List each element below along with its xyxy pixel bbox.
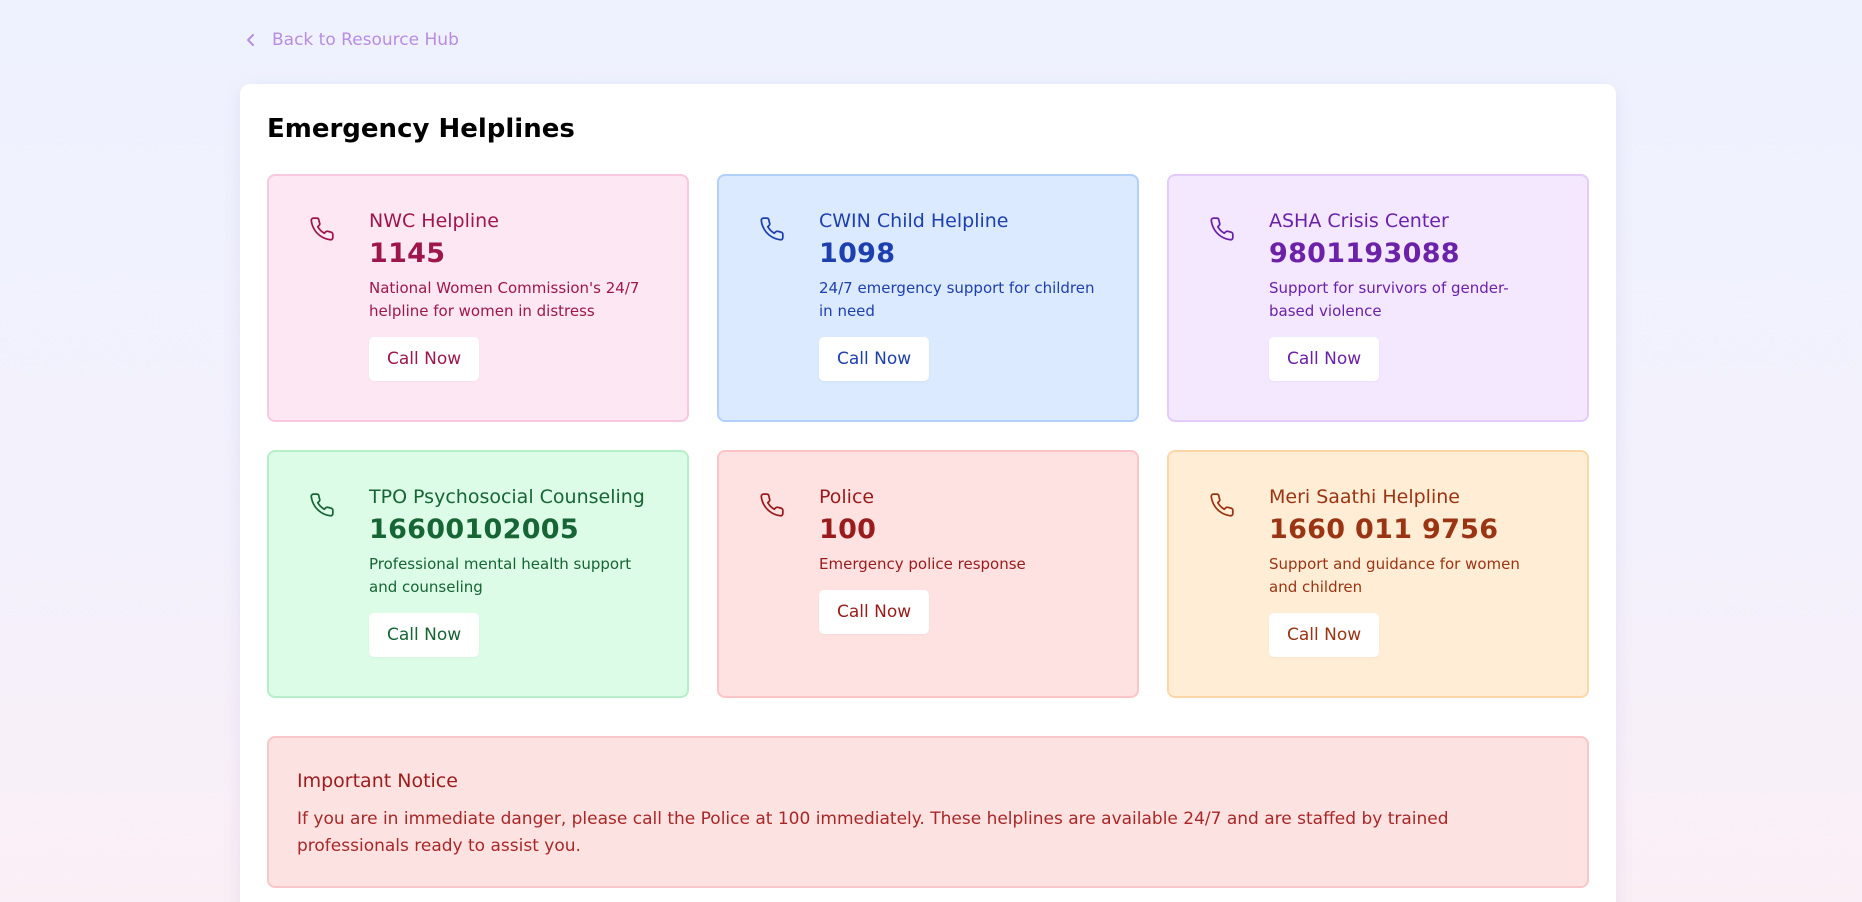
phone-icon [1209,492,1235,518]
phone-icon [759,492,785,518]
phone-icon [759,216,785,242]
page-title: Emergency Helplines [267,114,575,144]
helpline-content: ASHA Crisis Center 9801193088 Support for … [1269,210,1551,381]
helpline-description: Professional mental health support and c… [369,555,632,596]
back-link-label: Back to Resource Hub [272,30,459,50]
call-now-button[interactable]: Call Now [819,590,930,634]
helpline-name: CWIN Child Helpline [819,210,1009,232]
helpline-number: 1660 011 9756 [1269,514,1499,545]
back-to-resource-hub-link[interactable]: Back to Resource Hub [244,30,459,50]
notice-title: Important Notice [297,770,458,792]
helpline-number: 100 [819,514,877,545]
notice-text: If you are in immediate danger, please c… [297,809,1449,856]
helpline-name: NWC Helpline [369,210,499,232]
helpline-card: TPO Psychosocial Counseling 16600102005 Pr… [267,450,689,698]
call-now-button[interactable]: Call Now [1269,613,1380,657]
helpline-content: NWC Helpline 1145 National Women Commissio… [369,210,651,381]
helpline-name: Police [819,486,875,508]
helpline-number: 1098 [819,238,896,269]
phone-icon [309,216,335,242]
helpline-name: TPO Psychosocial Counseling [369,486,645,508]
call-now-button[interactable]: Call Now [1269,337,1380,381]
helpline-description: 24/7 emergency support for children in n… [819,279,1095,320]
helpline-card: Meri Saathi Helpline 1660 011 9756 Support… [1167,450,1589,698]
helpline-content: Meri Saathi Helpline 1660 011 9756 Support… [1269,486,1551,657]
important-notice: Important Notice If you are in immediate… [267,736,1589,888]
helpline-card: CWIN Child Helpline 1098 24/7 emergency su… [717,174,1139,422]
helplines-panel: Emergency Helplines NWC Helpline 1145 Nati… [240,84,1616,902]
helpline-number: 16600102005 [369,514,579,545]
chevron-left-icon [244,33,258,47]
helpline-content: TPO Psychosocial Counseling 16600102005 Pr… [369,486,651,657]
call-now-button[interactable]: Call Now [819,337,930,381]
helpline-card: ASHA Crisis Center 9801193088 Support for … [1167,174,1589,422]
helpline-number: 9801193088 [1269,238,1460,269]
phone-icon [1209,216,1235,242]
helpline-grid: NWC Helpline 1145 National Women Commissio… [267,174,1589,698]
helpline-description: National Women Commission's 24/7 helplin… [369,279,640,320]
helpline-card: Police 100 Emergency police response Call N… [717,450,1139,698]
helpline-number: 1145 [369,238,446,269]
helpline-description: Support for survivors of gender-based vi… [1269,279,1509,320]
helpline-name: Meri Saathi Helpline [1269,486,1460,508]
helpline-description: Emergency police response [819,555,1026,573]
helpline-name: ASHA Crisis Center [1269,210,1449,232]
phone-icon [309,492,335,518]
helpline-card: NWC Helpline 1145 National Women Commissio… [267,174,689,422]
call-now-button[interactable]: Call Now [369,337,480,381]
helpline-content: CWIN Child Helpline 1098 24/7 emergency su… [819,210,1101,381]
helpline-content: Police 100 Emergency police response Call N… [819,486,1101,634]
helpline-description: Support and guidance for women and child… [1269,555,1520,596]
call-now-button[interactable]: Call Now [369,613,480,657]
